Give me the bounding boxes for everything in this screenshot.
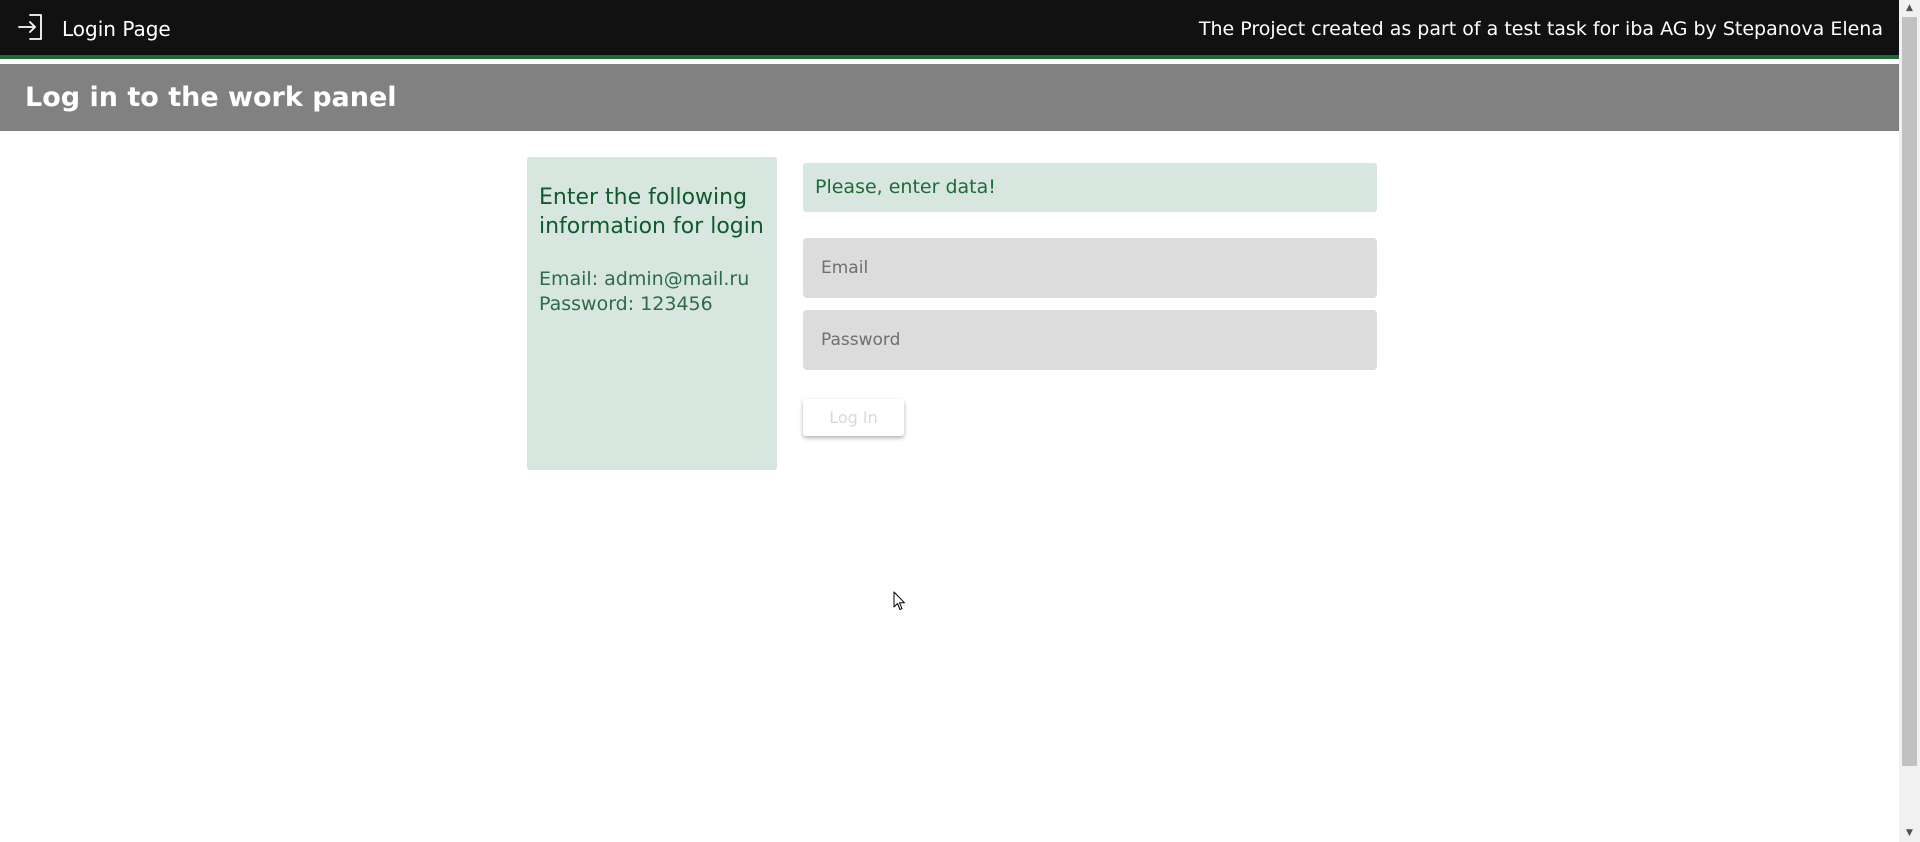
page-title: Log in to the work panel [25, 82, 397, 113]
scrollbar-thumb[interactable] [1902, 17, 1917, 766]
mouse-cursor-icon [893, 591, 907, 611]
info-alert: Please, enter data! [803, 163, 1377, 212]
scroll-up-icon[interactable]: ▲ [1899, 0, 1920, 17]
password-hint: Password: 123456 [539, 293, 713, 315]
password-field[interactable] [803, 310, 1377, 370]
email-hint: Email: admin@mail.ru [539, 268, 750, 290]
app-window: Login Page The Project created as part o… [0, 0, 1920, 842]
login-button[interactable]: Log In [803, 399, 904, 436]
page-header: Log in to the work panel [0, 64, 1899, 131]
project-credit: The Project created as part of a test ta… [1198, 18, 1883, 40]
credentials-hint: Email: admin@mail.ru Password: 123456 [539, 267, 765, 317]
info-heading: Enter the following information for logi… [539, 185, 764, 239]
login-form: Please, enter data! Log In [803, 163, 1377, 436]
vertical-scrollbar[interactable]: ▲ ▼ [1899, 0, 1920, 842]
login-info-panel: Enter the following information for logi… [527, 157, 777, 470]
scroll-down-icon[interactable]: ▼ [1899, 825, 1920, 842]
top-bar: Login Page The Project created as part o… [0, 0, 1899, 59]
app-title: Login Page [62, 17, 171, 41]
login-icon [16, 12, 46, 42]
email-field[interactable] [803, 238, 1377, 298]
